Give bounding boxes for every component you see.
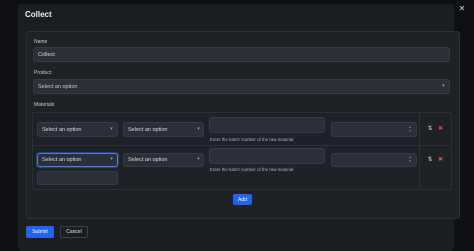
quantity-input[interactable]: [331, 153, 417, 167]
trash-icon[interactable]: ✖: [438, 126, 443, 132]
unit-select-value: Select an option: [128, 157, 168, 163]
trash-icon[interactable]: ✖: [438, 157, 443, 163]
batch-hint: Enter the batch number of the raw materi…: [210, 167, 295, 172]
cancel-button[interactable]: Cancel: [60, 226, 88, 238]
material-select[interactable]: Select an option: [37, 122, 118, 137]
swap-icon[interactable]: ⇅: [427, 126, 433, 132]
chevron-down-icon: ▾: [110, 126, 113, 132]
quantity-stepper[interactable]: ▴ ▾: [408, 155, 412, 163]
add-material-button[interactable]: Add: [233, 194, 252, 205]
product-label: Product: [34, 70, 52, 76]
unit-select[interactable]: Select an option: [123, 153, 204, 167]
chevron-down-icon: ▾: [197, 156, 200, 162]
material-dropdown-list[interactable]: [37, 171, 118, 185]
close-icon[interactable]: ✕: [458, 5, 466, 13]
material-select[interactable]: Select an option: [37, 153, 118, 167]
chevron-down-icon: ▾: [442, 83, 445, 89]
unit-select-value: Select an option: [128, 126, 168, 133]
chevron-down-icon: ▾: [110, 156, 113, 162]
materials-label: Materials: [34, 102, 55, 108]
batch-input[interactable]: [209, 148, 325, 164]
unit-select[interactable]: Select an option: [123, 122, 204, 137]
quantity-input[interactable]: [331, 122, 417, 137]
modal-title: Collect: [25, 10, 52, 19]
product-placeholder: Select an option: [38, 83, 78, 90]
material-select-value: Select an option: [42, 126, 82, 133]
name-input[interactable]: Collect: [33, 47, 450, 62]
material-select-value: Select an option: [42, 157, 82, 163]
product-select[interactable]: Select an option: [33, 79, 450, 94]
batch-hint: Enter the batch number of the raw materi…: [210, 137, 295, 142]
submit-button[interactable]: Submit: [26, 226, 54, 238]
batch-input[interactable]: [209, 117, 325, 133]
column-divider: [419, 112, 420, 188]
swap-icon[interactable]: ⇅: [427, 157, 433, 163]
name-value: Collect: [38, 51, 55, 58]
chevron-down-icon: ▾: [197, 126, 200, 132]
name-label: Name: [34, 39, 48, 45]
row-divider: [32, 145, 450, 146]
quantity-stepper[interactable]: ▴ ▾: [408, 125, 412, 133]
